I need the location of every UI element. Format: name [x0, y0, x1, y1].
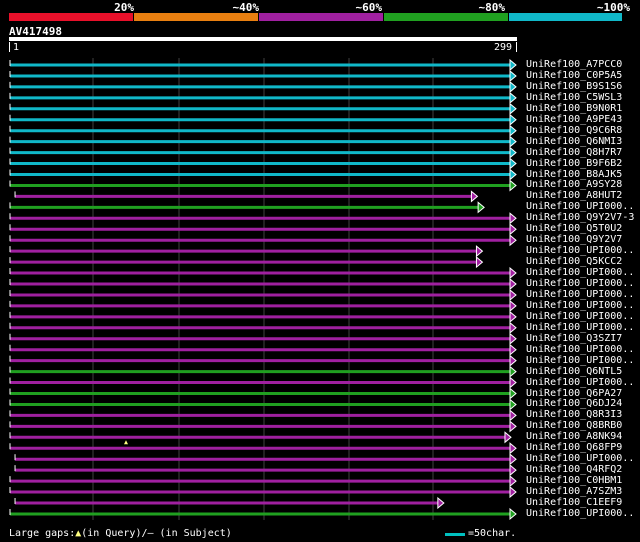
- hit-label[interactable]: UniRef100_UPI000..: [526, 322, 634, 333]
- hit-end-arrow-icon: [509, 485, 517, 499]
- hit-end-arrow-icon: [509, 475, 517, 488]
- hit-label[interactable]: UniRef100_UPI000..: [526, 300, 634, 311]
- hit-label[interactable]: UniRef100_UPI000..: [526, 311, 634, 322]
- hit-end-arrow-icon: [509, 387, 517, 400]
- hit-label[interactable]: UniRef100_A9SY28: [526, 180, 622, 190]
- hit-label[interactable]: UniRef100_Q6NMI3: [526, 136, 622, 147]
- hit-end-arrow-icon: [509, 376, 517, 389]
- hit-end-arrow-icon: [509, 58, 517, 72]
- hit-end-arrow-icon: [509, 80, 517, 93]
- hit-end-arrow-icon: [437, 496, 445, 510]
- hit-end-arrow-icon: [509, 223, 517, 236]
- scale-swatch: [445, 533, 465, 536]
- hit-end-arrow-icon: [509, 212, 517, 225]
- hit-label[interactable]: UniRef100_UPI000..: [526, 202, 634, 212]
- hit-label[interactable]: UniRef100_C1EEF9: [526, 498, 622, 508]
- hit-end-arrow-icon: [509, 135, 517, 148]
- gap-legend-prefix: Large gaps:: [9, 528, 76, 539]
- hit-label[interactable]: UniRef100_UPI000..: [526, 355, 634, 366]
- hit-label[interactable]: UniRef100_UPI000..: [526, 508, 634, 519]
- hit-label[interactable]: UniRef100_Q68FP9: [526, 443, 622, 453]
- hit-end-arrow-icon: [509, 321, 517, 334]
- hit-label[interactable]: UniRef100_UPI000..: [526, 268, 634, 278]
- hit-label[interactable]: UniRef100_A7SZM3: [526, 487, 622, 497]
- hit-end-arrow-icon: [509, 102, 517, 115]
- hit-end-arrow-icon: [509, 398, 517, 411]
- hit-end-arrow-icon: [475, 245, 484, 258]
- hit-label[interactable]: UniRef100_UPI000..: [526, 344, 634, 355]
- hit-end-arrow-icon: [509, 113, 517, 126]
- hit-label[interactable]: UniRef100_A9PE43: [526, 114, 622, 125]
- query-gap-marker-icon: [124, 440, 128, 445]
- hit-end-arrow-icon: [509, 168, 517, 181]
- hit-end-arrow-icon: [504, 431, 512, 444]
- hit-label[interactable]: UniRef100_Q6DJ24: [526, 399, 622, 409]
- hit-label[interactable]: UniRef100_C0HBM1: [526, 476, 622, 486]
- hit-end-arrow-icon: [509, 453, 517, 466]
- hit-label[interactable]: UniRef100_B9F6B2: [526, 158, 622, 169]
- hit-label[interactable]: UniRef100_C0P5A5: [526, 70, 622, 81]
- hit-label[interactable]: UniRef100_Q8H7R7: [526, 147, 622, 158]
- hit-label[interactable]: UniRef100_Q4RFQ2: [526, 465, 622, 475]
- hit-end-arrow-icon: [509, 507, 517, 521]
- hit-end-arrow-icon: [509, 69, 517, 83]
- hit-label[interactable]: UniRef100_A8HUT2: [526, 191, 622, 201]
- hit-end-arrow-icon: [509, 288, 517, 302]
- hit-label[interactable]: UniRef100_Q9Y2V7: [526, 235, 622, 245]
- hit-label[interactable]: UniRef100_Q5T0U2: [526, 224, 622, 234]
- hit-end-arrow-icon: [475, 256, 484, 269]
- hit-label[interactable]: UniRef100_UPI000..: [526, 246, 634, 256]
- hit-end-arrow-icon: [509, 234, 517, 247]
- hit-end-arrow-icon: [509, 332, 517, 345]
- hit-label[interactable]: UniRef100_UPI000..: [526, 377, 634, 388]
- hit-label[interactable]: UniRef100_UPI000..: [526, 454, 634, 464]
- hit-end-arrow-icon: [477, 201, 485, 214]
- hit-label[interactable]: UniRef100_UPI000..: [526, 279, 634, 289]
- hit-end-arrow-icon: [470, 190, 479, 203]
- hit-end-arrow-icon: [509, 365, 517, 378]
- hit-label[interactable]: UniRef100_Q8BRB0: [526, 421, 622, 431]
- hit-end-arrow-icon: [509, 146, 517, 159]
- hit-label[interactable]: UniRef100_Q5KCC2: [526, 257, 622, 267]
- hit-label[interactable]: UniRef100_A7PCC0: [526, 60, 622, 70]
- gap-legend: Large gaps:▲(in Query)/– (in Subject): [9, 528, 232, 539]
- hit-label[interactable]: UniRef100_B8AJK5: [526, 169, 622, 180]
- hit-label[interactable]: UniRef100_Q6NTL5: [526, 366, 622, 377]
- hit-end-arrow-icon: [509, 343, 517, 356]
- hit-label[interactable]: UniRef100_Q6PA27: [526, 388, 622, 399]
- hit-label[interactable]: UniRef100_Q3SZI7: [526, 333, 622, 344]
- hit-end-arrow-icon: [509, 179, 517, 192]
- hit-end-arrow-icon: [509, 354, 517, 367]
- hit-end-arrow-icon: [509, 310, 517, 323]
- hit-label[interactable]: UniRef100_B9S1S6: [526, 81, 622, 92]
- hit-end-arrow-icon: [509, 91, 517, 104]
- hit-end-arrow-icon: [509, 464, 517, 477]
- scale-text: =50char.: [468, 528, 517, 539]
- hit-end-arrow-icon: [509, 442, 517, 455]
- hit-label[interactable]: UniRef100_A8NK94: [526, 432, 622, 442]
- hit-end-arrow-icon: [509, 409, 517, 422]
- hit-label[interactable]: UniRef100_C5WSL3: [526, 92, 622, 103]
- hit-end-arrow-icon: [509, 266, 517, 280]
- hit-end-arrow-icon: [509, 420, 517, 433]
- hit-end-arrow-icon: [509, 299, 517, 312]
- hit-end-arrow-icon: [509, 157, 517, 170]
- hit-label[interactable]: UniRef100_B9N0R1: [526, 103, 622, 114]
- hit-label[interactable]: UniRef100_Q9C6R8: [526, 125, 622, 136]
- hit-end-arrow-icon: [509, 124, 517, 137]
- hit-end-arrow-icon: [509, 277, 517, 291]
- hit-label[interactable]: UniRef100_Q8R3I3: [526, 410, 622, 420]
- hit-label[interactable]: UniRef100_UPI000..: [526, 289, 634, 300]
- gap-legend-suffix: (in Query)/– (in Subject): [81, 528, 232, 539]
- hit-label[interactable]: UniRef100_Q9Y2V7-3: [526, 213, 634, 223]
